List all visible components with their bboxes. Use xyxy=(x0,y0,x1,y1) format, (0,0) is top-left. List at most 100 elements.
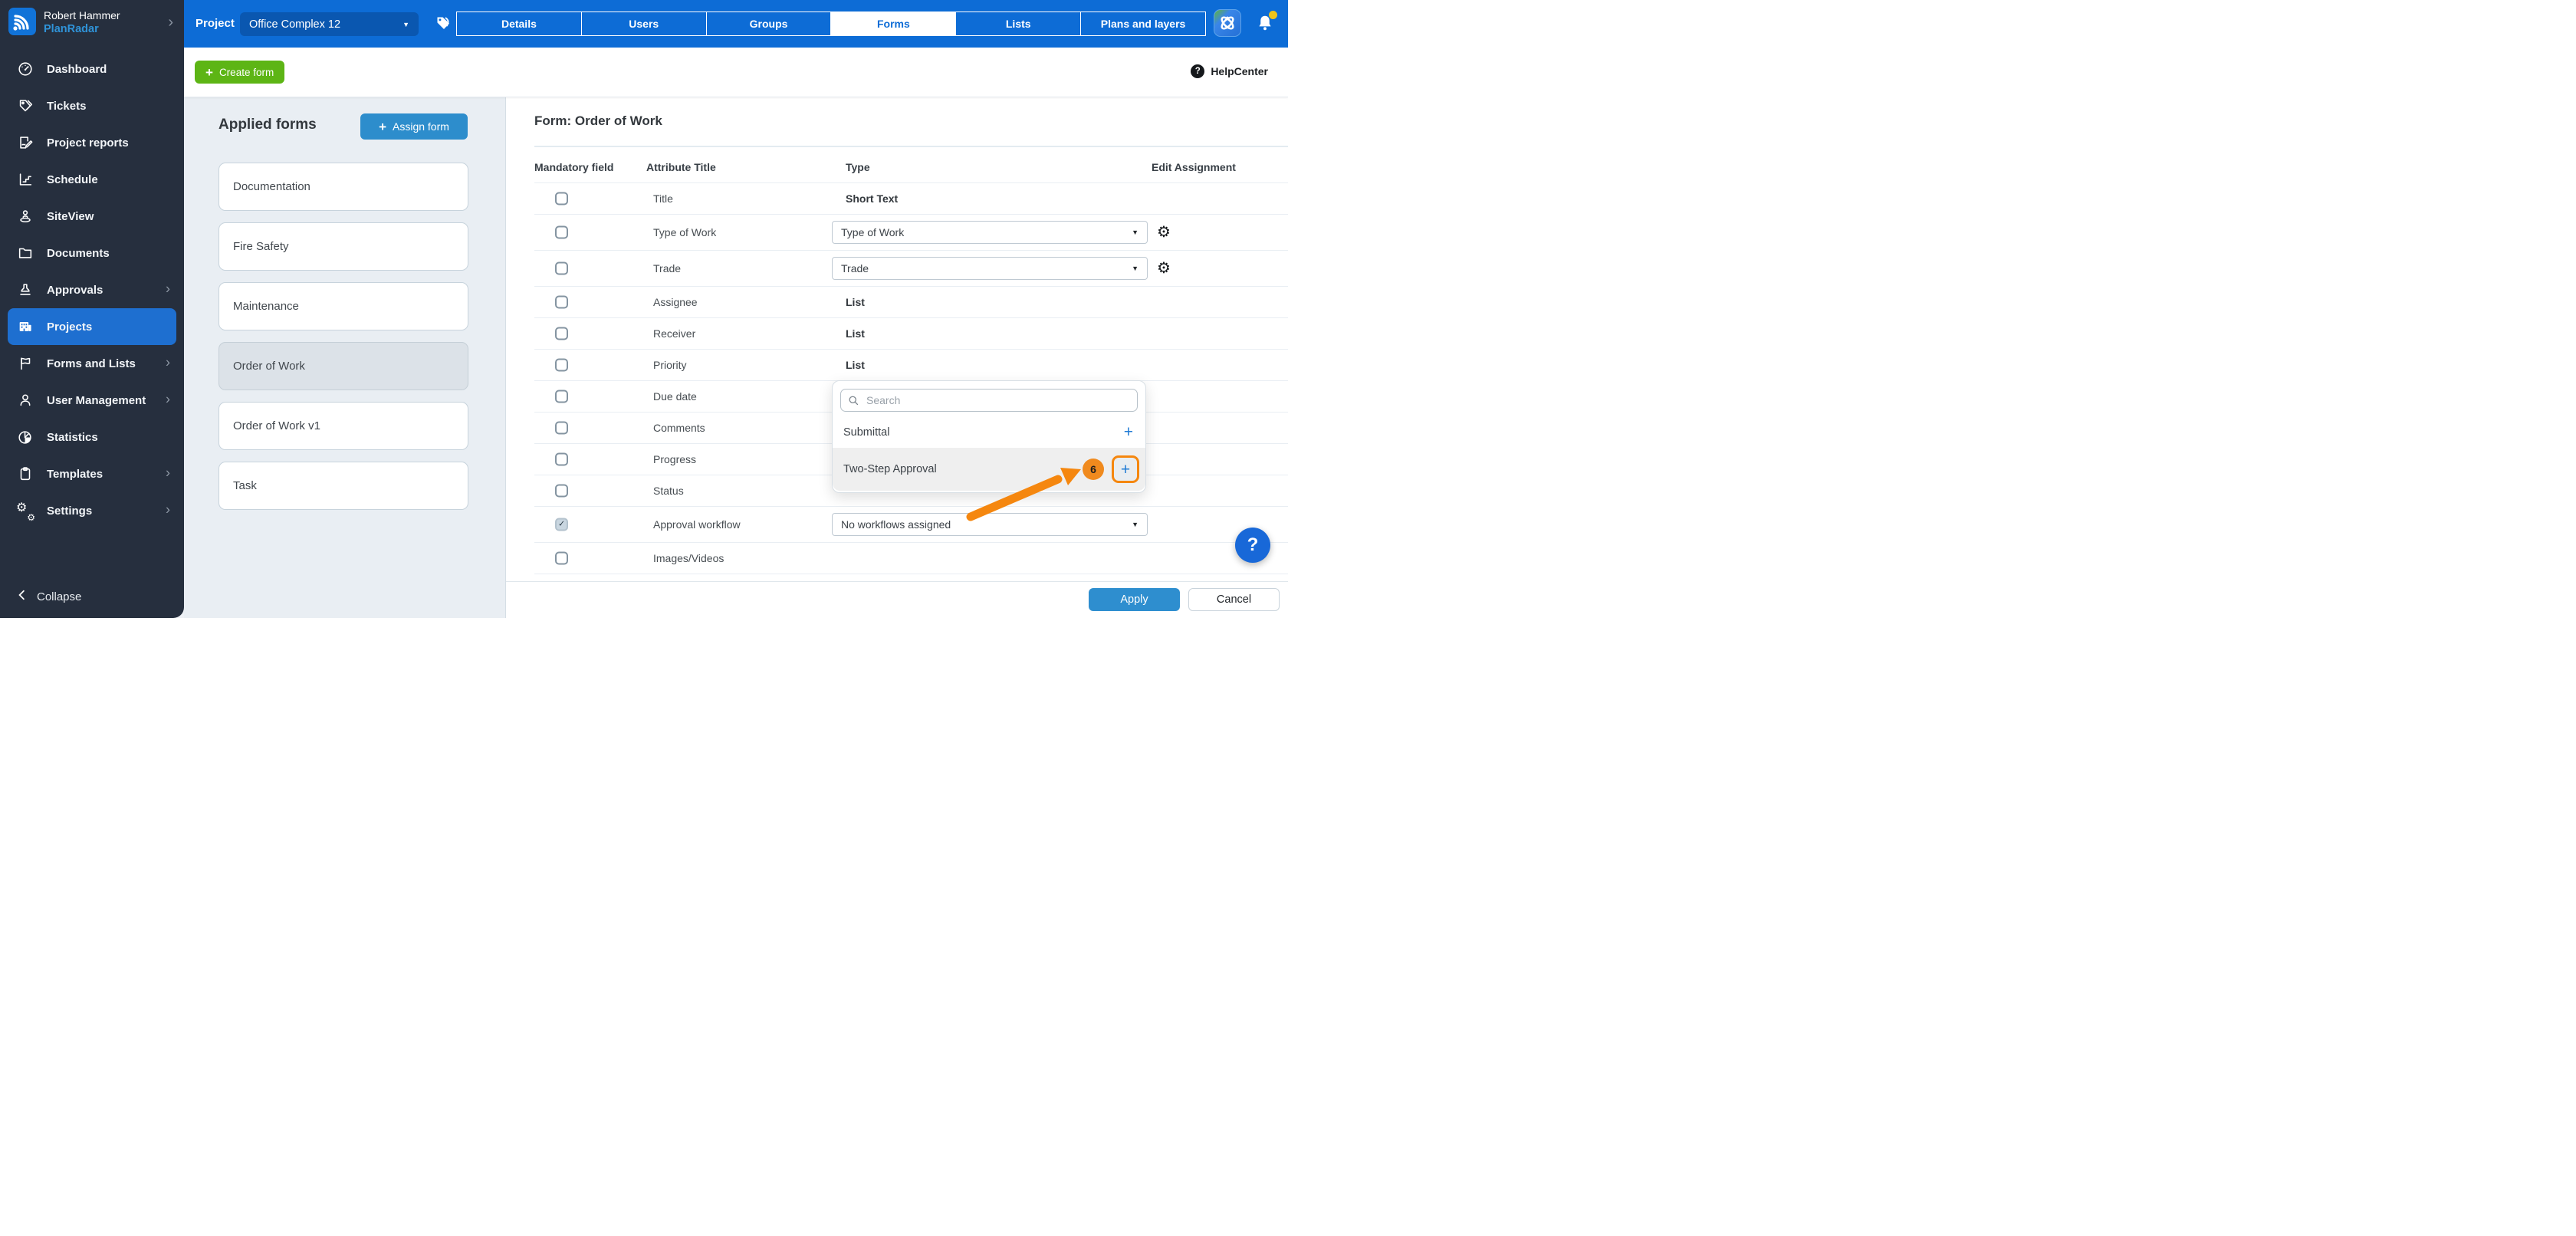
planradar-logo-icon xyxy=(8,8,36,35)
mandatory-checkbox[interactable] xyxy=(555,518,568,531)
tab-forms[interactable]: Forms xyxy=(830,12,956,36)
workflow-search-box[interactable] xyxy=(840,389,1138,412)
sidebar-item-projects[interactable]: Projects xyxy=(8,308,176,345)
mandatory-checkbox[interactable] xyxy=(555,390,568,403)
templates-icon xyxy=(15,465,35,483)
chevron-down-icon xyxy=(1132,265,1138,272)
form-card-maintenance[interactable]: Maintenance xyxy=(219,282,468,330)
type-select[interactable]: Type of Work xyxy=(832,221,1148,244)
mandatory-checkbox[interactable] xyxy=(555,262,568,275)
table-header: Mandatory field Attribute Title Type Edi… xyxy=(534,161,1288,176)
mandatory-checkbox[interactable] xyxy=(555,552,568,565)
attribute-title: Images/Videos xyxy=(653,552,724,564)
sidebar-nav: DashboardTicketsProject reportsScheduleS… xyxy=(0,51,184,529)
sidebar-item-dashboard[interactable]: Dashboard xyxy=(8,51,176,87)
form-card-fire-safety[interactable]: Fire Safety xyxy=(219,222,468,271)
form-card-order-of-work[interactable]: Order of Work xyxy=(219,342,468,390)
sidebar-item-tickets[interactable]: Tickets xyxy=(8,87,176,124)
mandatory-checkbox[interactable] xyxy=(555,226,568,239)
table-row-receiver: ReceiverList xyxy=(534,318,1288,350)
helpcenter-link[interactable]: HelpCenter xyxy=(1191,64,1268,78)
mandatory-checkbox[interactable] xyxy=(555,485,568,498)
sidebar-item-approvals[interactable]: Approvals› xyxy=(8,271,176,308)
apply-button[interactable]: Apply xyxy=(1089,588,1180,611)
mandatory-checkbox[interactable] xyxy=(555,453,568,466)
sidebar-item-templates[interactable]: Templates› xyxy=(8,455,176,492)
divider xyxy=(506,581,1288,582)
mandatory-checkbox[interactable] xyxy=(555,192,568,205)
tab-users[interactable]: Users xyxy=(581,12,707,36)
form-card-documentation[interactable]: Documentation xyxy=(219,163,468,211)
assign-form-button[interactable]: Assign form xyxy=(360,113,468,140)
floating-help-button[interactable] xyxy=(1235,528,1270,563)
sidebar-item-documents[interactable]: Documents xyxy=(8,235,176,271)
forms-lists-icon xyxy=(15,354,35,373)
applied-forms-list: Documentation Fire Safety Maintenance Order… xyxy=(219,163,468,521)
attribute-title: Trade xyxy=(653,262,681,274)
sidebar-expand-chevron-icon[interactable]: › xyxy=(168,14,173,31)
cancel-button[interactable]: Cancel xyxy=(1188,588,1280,611)
mandatory-checkbox[interactable] xyxy=(555,359,568,372)
sidebar-item-user-management[interactable]: User Management › xyxy=(8,382,176,419)
tab-groups[interactable]: Groups xyxy=(706,12,832,36)
topbar: Project Office Complex 12 DetailsUsersGr… xyxy=(184,0,1288,48)
form-detail-panel: Form: Order of Work Mandatory field Attr… xyxy=(506,97,1288,618)
sidebar-item-statistics[interactable]: Statistics xyxy=(8,419,176,455)
project-label: Project xyxy=(196,0,235,48)
plus-icon xyxy=(1121,462,1130,478)
gear-icon[interactable] xyxy=(1157,261,1171,276)
form-card-order-of-work-v1[interactable]: Order of Work v1 xyxy=(219,402,468,450)
sidebar-item-settings[interactable]: ⚙⚙Settings› xyxy=(8,492,176,529)
workflow-search-input[interactable] xyxy=(865,393,1130,407)
connect-app-icon[interactable] xyxy=(1214,9,1241,37)
siteview-icon xyxy=(15,207,35,225)
sidebar-item-label: Projects xyxy=(47,321,92,334)
project-select[interactable]: Office Complex 12 xyxy=(240,12,419,36)
notifications-bell-icon[interactable] xyxy=(1255,13,1275,35)
form-card-label: Task xyxy=(233,479,257,492)
settings-icon: ⚙⚙ xyxy=(15,501,35,520)
tags-icon[interactable] xyxy=(434,15,452,33)
type-select[interactable]: No workflows assigned xyxy=(832,513,1148,536)
attributes-table: TitleShort TextType of WorkType of WorkT… xyxy=(534,182,1288,574)
sidebar-item-label: User Management xyxy=(47,394,146,407)
sidebar-item-schedule[interactable]: Schedule xyxy=(8,161,176,198)
type-select[interactable]: Trade xyxy=(832,257,1148,280)
table-row-approval-workflow: Approval workflowNo workflows assigned xyxy=(534,507,1288,543)
type-value: List xyxy=(846,296,865,308)
attribute-title: Assignee xyxy=(653,296,698,308)
form-card-label: Documentation xyxy=(233,180,310,193)
sidebar-item-label: Approvals xyxy=(47,284,103,297)
sidebar-item-siteview[interactable]: SiteView xyxy=(8,198,176,235)
actions-bar: Create form HelpCenter xyxy=(184,48,1288,97)
tab-details[interactable]: Details xyxy=(456,12,582,36)
mandatory-checkbox[interactable] xyxy=(555,296,568,309)
notification-dot xyxy=(1269,11,1277,19)
sidebar-collapse-button[interactable]: Collapse xyxy=(15,588,81,606)
project-reports-icon xyxy=(15,133,35,152)
create-form-label: Create form xyxy=(219,67,274,78)
gear-icon[interactable] xyxy=(1157,225,1171,240)
create-form-button[interactable]: Create form xyxy=(195,61,284,84)
sidebar-item-forms-and-lists[interactable]: Forms and Lists› xyxy=(8,345,176,382)
sidebar-item-label: Project reports xyxy=(47,136,129,150)
schedule-icon xyxy=(15,170,35,189)
sidebar-item-project-reports[interactable]: Project reports xyxy=(8,124,176,161)
tab-plans-and-layers[interactable]: Plans and layers xyxy=(1080,12,1206,36)
mandatory-checkbox[interactable] xyxy=(555,422,568,435)
workflow-option-two-step-approval[interactable]: Two-Step Approval6 xyxy=(833,448,1145,491)
workflow-option-submittal[interactable]: Submittal xyxy=(833,417,1145,448)
chevron-right-icon: › xyxy=(166,392,170,408)
projects-icon xyxy=(15,317,35,336)
tab-lists[interactable]: Lists xyxy=(955,12,1081,36)
plus-icon xyxy=(205,66,213,79)
form-card-task[interactable]: Task xyxy=(219,462,468,510)
add-workflow-button[interactable] xyxy=(1112,455,1139,483)
form-title: Form: Order of Work xyxy=(534,113,662,129)
assign-form-label: Assign form xyxy=(393,120,449,133)
add-workflow-button[interactable] xyxy=(1124,424,1133,440)
sidebar-header[interactable]: Robert Hammer PlanRadar › xyxy=(0,0,184,48)
mandatory-checkbox[interactable] xyxy=(555,327,568,340)
dashboard-icon xyxy=(15,60,35,78)
applied-forms-panel: Applied forms Assign form DocumentationF… xyxy=(184,97,506,618)
